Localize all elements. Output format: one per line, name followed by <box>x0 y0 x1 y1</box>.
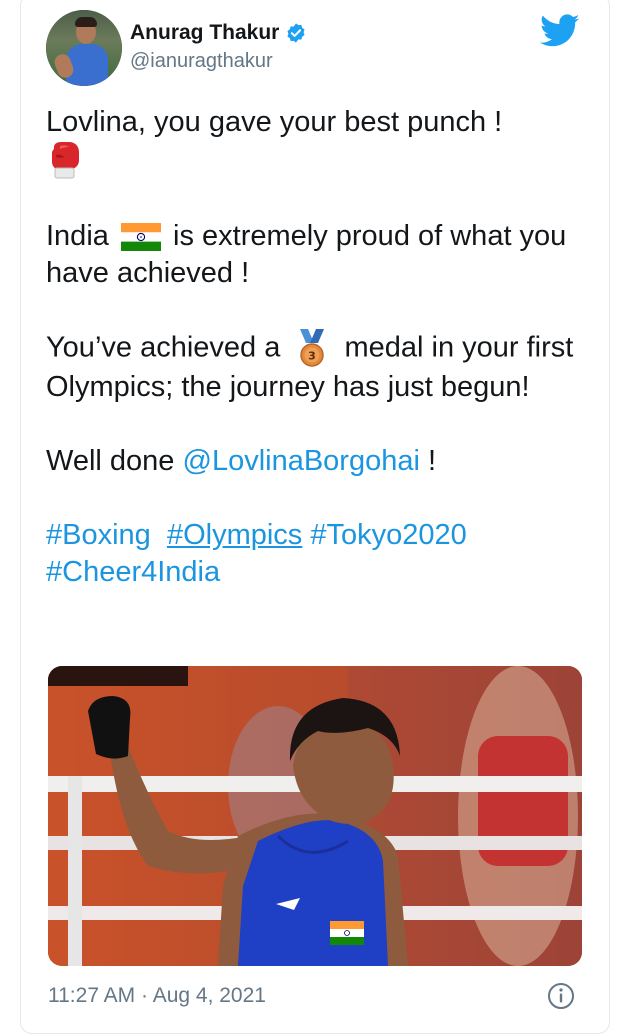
mention-link[interactable]: @LovlinaBorgohai <box>183 445 420 477</box>
hashtag-olympics[interactable]: #Olympics <box>167 519 302 551</box>
author-handle[interactable]: @ianuragthakur <box>130 50 273 73</box>
timestamp-separator: · <box>141 984 149 1007</box>
author-name[interactable]: Anurag Thakur <box>130 21 279 45</box>
india-flag-icon <box>120 223 161 252</box>
hashtag-cheer4india[interactable]: #Cheer4India <box>46 556 220 588</box>
hashtag-boxing[interactable]: #Boxing <box>46 519 151 551</box>
tweet-line-2: India is extremely proud of what you hav… <box>46 220 567 289</box>
3rd-place-medal-icon: 3 <box>300 329 325 367</box>
avatar[interactable] <box>46 10 122 86</box>
verified-badge-icon <box>287 23 305 43</box>
info-icon[interactable] <box>546 981 576 1011</box>
tweet-photo[interactable] <box>48 666 582 966</box>
hashtag-tokyo2020[interactable]: #Tokyo2020 <box>310 519 466 551</box>
tweet-date: Aug 4, 2021 <box>152 984 266 1007</box>
tweet-line-3: You’ve achieved a 3 medal in your first … <box>46 329 586 406</box>
author-name-row[interactable]: Anurag Thakur <box>130 18 307 48</box>
hashtag-line: #Boxing #Olympics #Tokyo2020 #Cheer4Indi… <box>46 517 586 591</box>
tweet-time: 11:27 AM <box>48 984 136 1007</box>
tweet-body: Lovlina, you gave your best punch ! Indi… <box>46 104 586 591</box>
tweet-line-4: Well done @LovlinaBorgohai ! <box>46 445 437 477</box>
tweet-header: Anurag Thakur @ianuragthakur <box>46 10 586 86</box>
tweet-timestamp[interactable]: 11:27 AM · Aug 4, 2021 <box>48 984 266 1008</box>
boxing-glove-icon <box>52 142 79 179</box>
tweet-line-1: Lovlina, you gave your best punch ! <box>46 104 586 181</box>
svg-text:3: 3 <box>309 350 317 363</box>
twitter-logo-icon[interactable] <box>540 14 580 48</box>
boxer-photo <box>48 666 582 966</box>
